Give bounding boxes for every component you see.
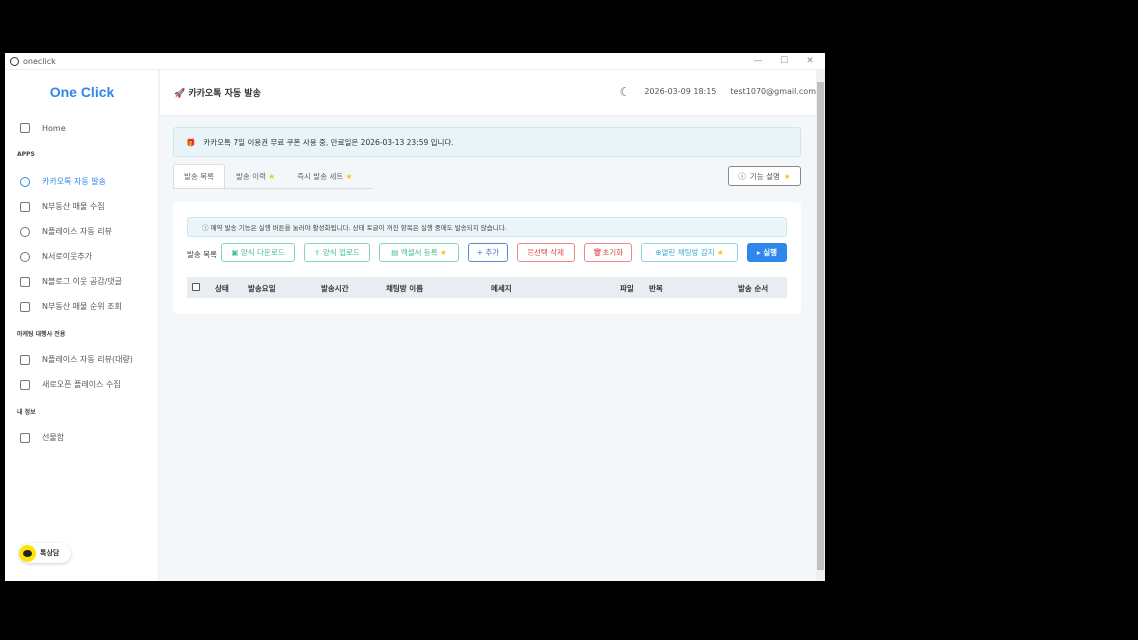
sidebar-item-neighbor-add[interactable]: N서로이웃추가 — [20, 251, 92, 262]
sidebar-item-realestate-collect[interactable]: N부동산 매물 수집 — [20, 201, 105, 212]
toolbar-label: 발송 목록 — [187, 250, 217, 259]
kakao-chat-label: 톡상담 — [40, 549, 60, 557]
section-my-info: 내 정보 — [17, 409, 36, 416]
chat-icon — [20, 176, 30, 187]
scrollbar[interactable] — [816, 70, 825, 581]
nav-label: Home — [42, 123, 66, 133]
col-time: 발송시간 — [321, 284, 349, 293]
col-message: 메세지 — [491, 284, 512, 293]
kakao-chat-button[interactable]: 톡상담 — [19, 543, 71, 563]
section-apps: APPS — [17, 151, 35, 158]
tab-bar: 발송 목록 발송 이력 ★ 즉시 발송 세트 ★ — [173, 164, 373, 189]
user-email: test1070@gmail.com — [730, 87, 816, 96]
nav-label: 새로오픈 플레이스 수집 — [42, 380, 121, 389]
sidebar-item-place-review[interactable]: N플레이스 자동 리뷰 — [20, 226, 112, 237]
maximize-button[interactable]: ☐ — [771, 53, 797, 70]
sidebar-item-place-review-bulk[interactable]: N플레이스 자동 리뷰(대량) — [20, 354, 133, 365]
detect-chatrooms-button[interactable]: ⊕열린 채팅방 감지 ★ — [641, 243, 738, 262]
page-title: 🚀 카카오톡 자동 발송 — [174, 89, 261, 99]
minimize-button[interactable]: — — [745, 53, 771, 70]
table-header: 상태 발송요일 발송시간 채팅방 이름 메세지 파일 반복 발송 순서 — [187, 277, 787, 298]
feature-help-button[interactable]: ⓘ 기능 설명 ★ — [728, 166, 801, 186]
tab-send-list[interactable]: 발송 목록 — [173, 164, 225, 188]
run-button[interactable]: ▸ 실행 — [747, 243, 787, 262]
sidebar-item-home[interactable]: Home — [20, 123, 66, 133]
nav-label: N플레이스 자동 리뷰(대량) — [42, 355, 133, 364]
close-button[interactable]: ✕ — [797, 53, 823, 70]
sidebar: One Click Home APPS 카카오톡 자동 발송 N부동산 매물 수… — [5, 70, 159, 581]
title-bar: oneclick — ☐ ✕ — [5, 53, 825, 70]
app-icon — [10, 56, 19, 66]
board-icon — [20, 276, 30, 287]
star-icon: ★ — [783, 171, 791, 181]
sidebar-item-new-place[interactable]: 새로오픈 플레이스 수집 — [20, 379, 121, 390]
template-upload-button[interactable]: ⇪ 양식 업로드 — [304, 243, 370, 262]
info-banner: ⓘ 예약 발송 기능은 실행 버튼을 눌러야 활성화됩니다. 상태 토글이 꺼진… — [187, 217, 787, 237]
location-icon — [20, 226, 30, 237]
add-button[interactable]: + 추가 — [468, 243, 508, 262]
nav-label: 카카오톡 자동 발송 — [42, 177, 106, 186]
tab-instant-set[interactable]: 즉시 발송 세트 ★ — [286, 164, 363, 188]
delete-selected-button[interactable]: ⎘선택 삭제 — [517, 243, 575, 262]
nav-label: N플레이스 자동 리뷰 — [42, 227, 112, 236]
col-file: 파일 — [620, 284, 634, 293]
col-room: 채팅방 이름 — [386, 284, 424, 293]
nav-label: N부동산 매물 수집 — [42, 202, 105, 211]
gift-icon — [20, 432, 30, 443]
send-list-card: ⓘ 예약 발송 기능은 실행 버튼을 눌러야 활성화됩니다. 상태 토글이 꺼진… — [173, 202, 801, 314]
question-icon: ⓘ — [738, 171, 746, 181]
board-icon — [20, 379, 30, 390]
nav-label: N서로이웃추가 — [42, 252, 93, 261]
select-all-checkbox[interactable] — [192, 283, 200, 291]
header: 🚀 카카오톡 자동 발송 ☾ 2026-03-09 18:15 test1070… — [160, 70, 816, 115]
nav-label: 선물함 — [42, 433, 65, 442]
star-icon: ★ — [440, 248, 447, 257]
datetime: 2026-03-09 18:15 — [644, 87, 717, 96]
home-icon — [20, 123, 30, 133]
kakao-talk-icon — [19, 544, 36, 562]
nav-label: N부동산 매물 순위 조회 — [42, 302, 122, 311]
sidebar-item-realestate-rank[interactable]: N부동산 매물 순위 조회 — [20, 301, 122, 312]
board-icon — [20, 354, 30, 365]
nav-label: N블로그 이웃 공감/댓글 — [42, 277, 123, 286]
board-icon — [20, 301, 30, 312]
template-download-button[interactable]: ▣ 양식 다운로드 — [221, 243, 295, 262]
reset-button[interactable]: 🗑초기화 — [584, 243, 632, 262]
tab-send-history[interactable]: 발송 이력 ★ — [225, 164, 286, 188]
sidebar-item-kakao-send[interactable]: 카카오톡 자동 발송 — [20, 176, 106, 187]
star-icon: ★ — [268, 172, 276, 181]
logo[interactable]: One Click — [5, 84, 159, 100]
col-status: 상태 — [215, 284, 229, 293]
excel-register-button[interactable]: ▤ 엑셀서 등록 ★ — [379, 243, 459, 262]
dark-mode-toggle-icon[interactable]: ☾ — [620, 86, 631, 98]
gift-icon: 🎁 — [186, 137, 196, 147]
section-agency: 마케팅 대행사 전용 — [17, 331, 66, 338]
notice-text: 카카오톡 7일 이용권 무료 쿠폰 사용 중, 만료일은 2026-03-13 … — [203, 137, 454, 147]
col-day: 발송요일 — [248, 284, 276, 293]
sidebar-item-gift[interactable]: 선물함 — [20, 432, 64, 443]
house-icon — [20, 201, 30, 212]
coupon-notice: 🎁 카카오톡 7일 이용권 무료 쿠폰 사용 중, 만료일은 2026-03-13… — [173, 127, 801, 157]
user-add-icon — [20, 251, 30, 262]
window-title: oneclick — [23, 56, 56, 66]
star-icon: ★ — [717, 248, 724, 257]
star-icon: ★ — [345, 172, 353, 181]
col-repeat: 반복 — [649, 284, 663, 293]
sidebar-item-blog-comment[interactable]: N블로그 이웃 공감/댓글 — [20, 276, 122, 287]
col-order: 발송 순서 — [738, 284, 769, 293]
